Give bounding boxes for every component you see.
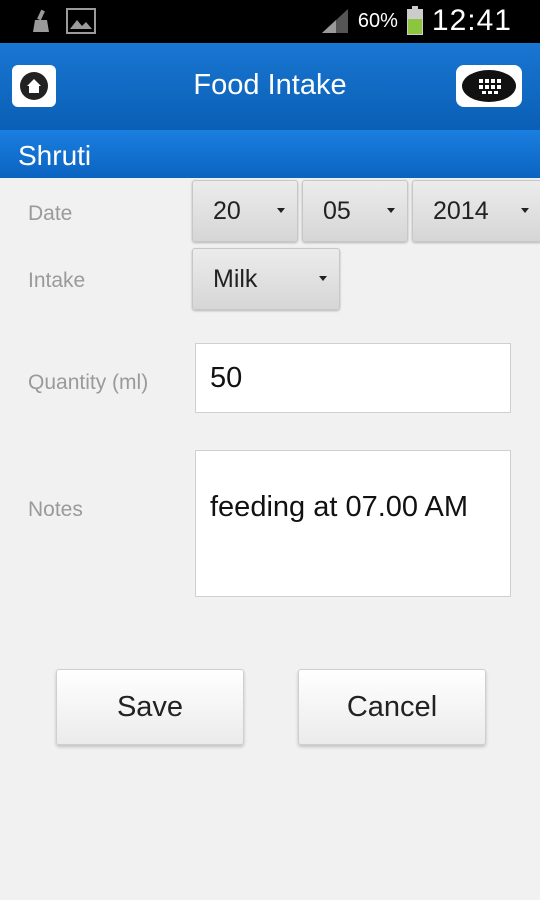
notes-textarea[interactable]: feeding at 07.00 AM bbox=[195, 450, 511, 597]
date-year-value: 2014 bbox=[433, 197, 489, 225]
dropdown-arrow-icon bbox=[319, 276, 327, 281]
notes-label: Notes bbox=[28, 498, 83, 521]
status-left-icons bbox=[30, 8, 96, 34]
menu-button[interactable] bbox=[456, 65, 522, 107]
date-day-value: 20 bbox=[213, 197, 241, 225]
cleaner-icon bbox=[33, 9, 49, 32]
app-bar: Food Intake bbox=[0, 43, 540, 130]
subheader: Shruti bbox=[0, 130, 540, 178]
cancel-button[interactable]: Cancel bbox=[298, 669, 486, 745]
date-day-select[interactable]: 20 bbox=[192, 180, 298, 242]
battery-icon bbox=[406, 6, 423, 35]
date-month-value: 05 bbox=[323, 197, 351, 225]
status-right: 60% 12:41 bbox=[320, 4, 512, 38]
clock: 12:41 bbox=[431, 4, 512, 37]
dropdown-arrow-icon bbox=[387, 208, 395, 213]
intake-select[interactable]: Milk bbox=[192, 248, 340, 310]
child-name: Shruti bbox=[18, 140, 92, 171]
signal-icon bbox=[321, 9, 348, 33]
quantity-label: Quantity (ml) bbox=[28, 371, 149, 394]
date-year-select[interactable]: 2014 bbox=[412, 180, 540, 242]
date-label: Date bbox=[28, 202, 73, 225]
battery-percent: 60% bbox=[357, 9, 398, 32]
image-icon bbox=[66, 8, 96, 34]
quantity-input[interactable]: 50 bbox=[195, 343, 511, 413]
notes-value: feeding at 07.00 AM bbox=[210, 491, 468, 523]
save-button[interactable]: Save bbox=[56, 669, 244, 745]
quantity-value: 50 bbox=[210, 362, 243, 394]
dropdown-arrow-icon bbox=[521, 208, 529, 213]
date-month-select[interactable]: 05 bbox=[302, 180, 408, 242]
intake-value: Milk bbox=[213, 265, 258, 293]
intake-label: Intake bbox=[28, 269, 86, 292]
dropdown-arrow-icon bbox=[277, 208, 285, 213]
grid-menu-icon bbox=[462, 70, 516, 102]
status-bar: 60% 12:41 bbox=[0, 0, 540, 43]
